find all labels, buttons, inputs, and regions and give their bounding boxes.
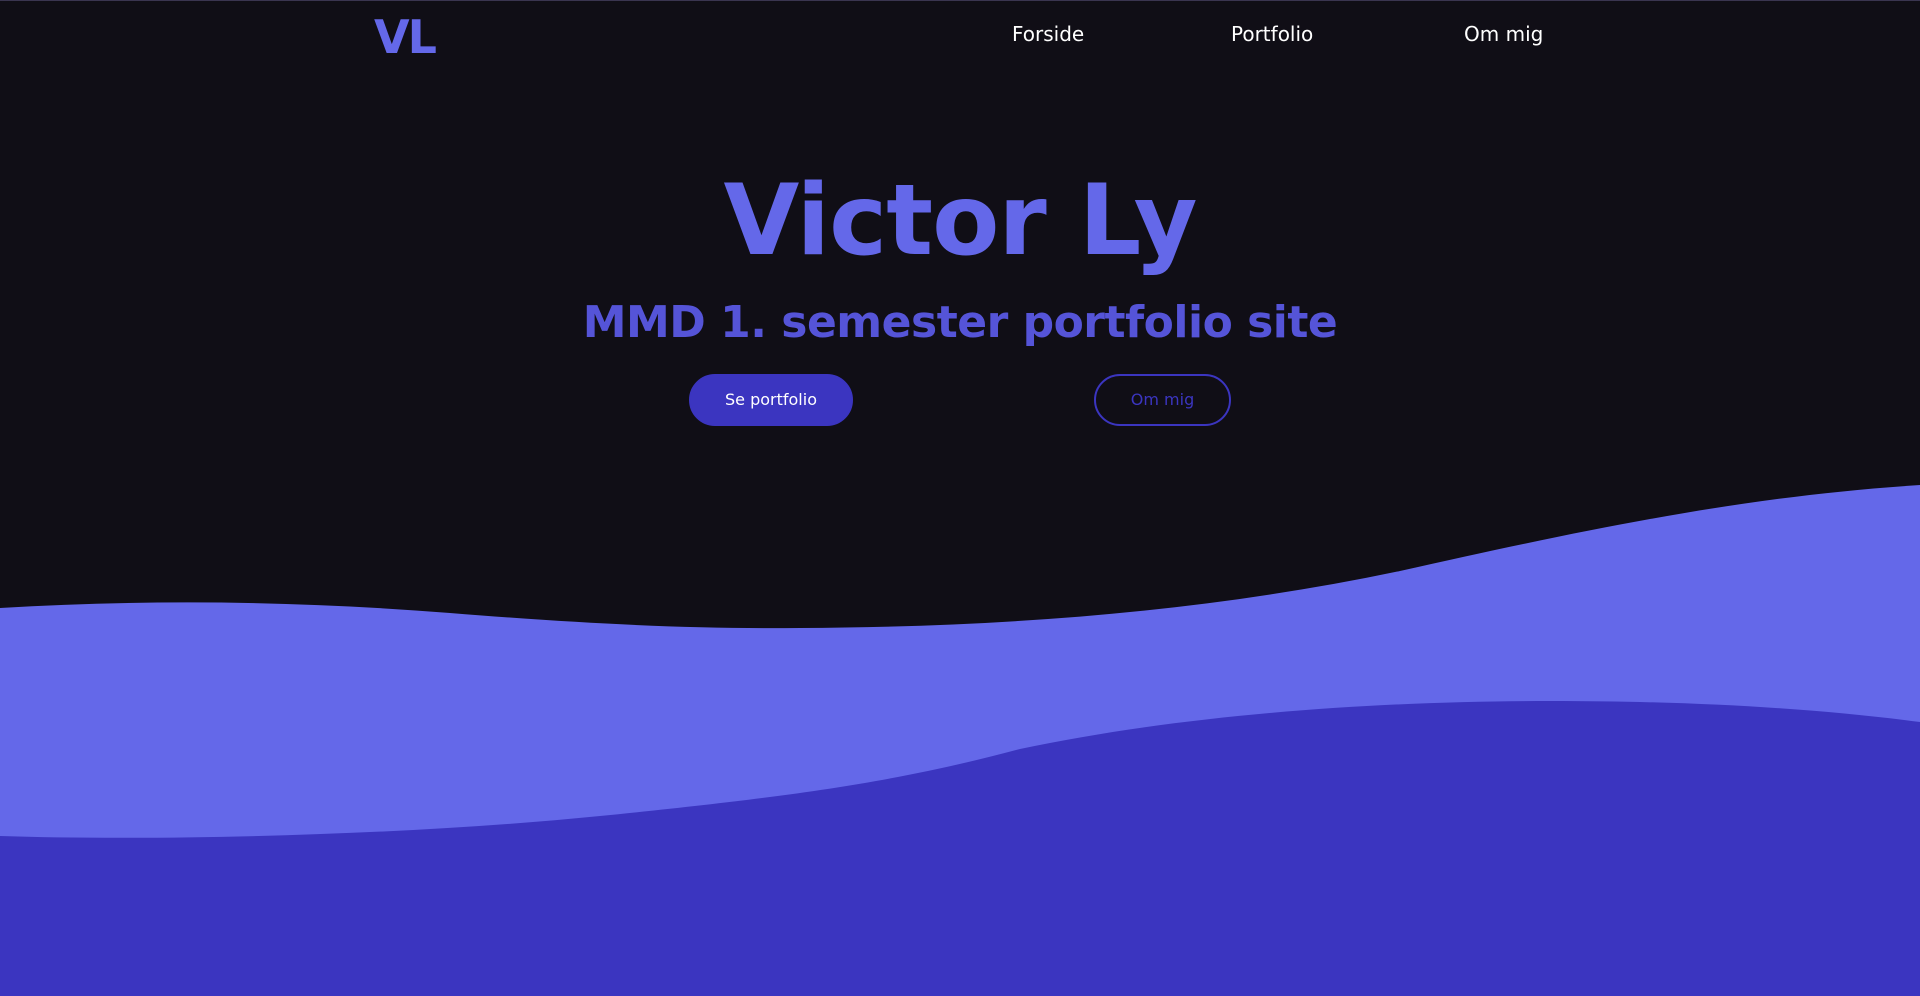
hero-subtitle: MMD 1. semester portfolio site [582,297,1338,348]
navbar: VL Forside Portfolio Om mig [0,1,1920,71]
nav-link-portfolio[interactable]: Portfolio [1231,21,1313,47]
logo[interactable]: VL [374,9,437,65]
wave-decoration [0,485,1920,996]
page: VL Forside Portfolio Om mig Victor Ly MM… [0,0,1920,996]
wave-front [0,701,1920,996]
nav-link-forside[interactable]: Forside [1012,21,1084,47]
nav-link-om-mig[interactable]: Om mig [1464,21,1543,47]
wave-back [0,485,1920,996]
hero-title: Victor Ly [723,164,1197,278]
om-mig-button[interactable]: Om mig [1094,374,1231,426]
se-portfolio-button[interactable]: Se portfolio [689,374,853,426]
